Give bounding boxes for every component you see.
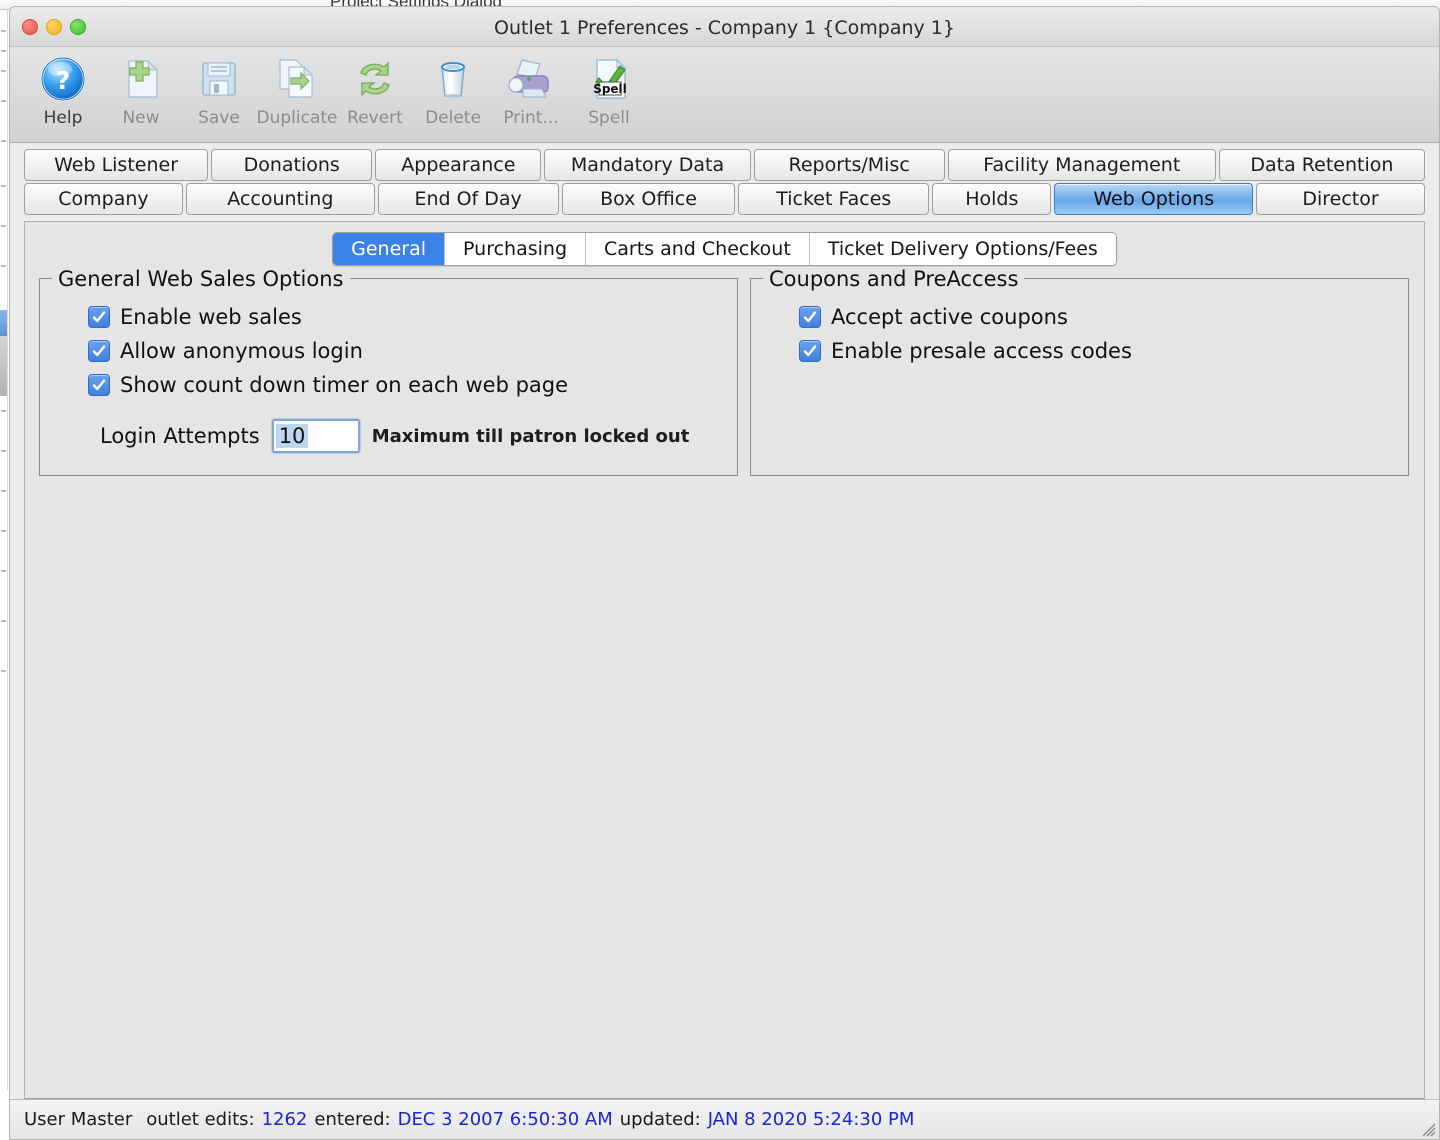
background-window-sliver[interactable] bbox=[0, 10, 8, 1090]
checkmark-icon bbox=[92, 379, 106, 391]
print-button-label: Print... bbox=[503, 108, 559, 128]
status-edits-value: 1262 bbox=[261, 1109, 308, 1130]
tab-row-2: Company Accounting End Of Day Box Office… bbox=[24, 183, 1425, 215]
window-title: Outlet 1 Preferences - Company 1 {Compan… bbox=[494, 17, 955, 39]
tab-web-options[interactable]: Web Options bbox=[1054, 183, 1254, 215]
checkbox-row-show-count-down-timer[interactable]: Show count down timer on each web page bbox=[88, 373, 725, 397]
login-attempts-row: Login Attempts 10 Maximum till patron lo… bbox=[100, 419, 725, 453]
revert-icon bbox=[349, 53, 401, 105]
tab-end-of-day[interactable]: End Of Day bbox=[377, 183, 559, 215]
checkbox-row-accept-active-coupons[interactable]: Accept active coupons bbox=[799, 305, 1396, 329]
checkbox-enable-web-sales[interactable] bbox=[88, 306, 110, 328]
print-button[interactable]: Print... bbox=[492, 53, 570, 137]
delete-button[interactable]: Delete bbox=[414, 53, 492, 137]
save-button[interactable]: Save bbox=[180, 53, 258, 137]
tab-company[interactable]: Company bbox=[24, 183, 183, 215]
checkbox-row-enable-web-sales[interactable]: Enable web sales bbox=[88, 305, 725, 329]
subtab-purchasing[interactable]: Purchasing bbox=[445, 233, 587, 265]
login-attempts-input[interactable]: 10 bbox=[271, 419, 360, 453]
tab-holds[interactable]: Holds bbox=[932, 183, 1052, 215]
svg-text:?: ? bbox=[56, 66, 71, 95]
revert-button-label: Revert bbox=[347, 108, 403, 128]
checkbox-allow-anonymous-login[interactable] bbox=[88, 340, 110, 362]
checkbox-label-allow-anonymous-login: Allow anonymous login bbox=[120, 339, 363, 363]
new-button-label: New bbox=[122, 108, 160, 128]
tab-appearance[interactable]: Appearance bbox=[375, 149, 542, 181]
tab-accounting[interactable]: Accounting bbox=[185, 183, 375, 215]
tab-director[interactable]: Director bbox=[1256, 183, 1425, 215]
tab-donations[interactable]: Donations bbox=[211, 149, 373, 181]
checkbox-label-accept-active-coupons: Accept active coupons bbox=[831, 305, 1068, 329]
checkbox-show-count-down-timer[interactable] bbox=[88, 374, 110, 396]
new-button[interactable]: New bbox=[102, 53, 180, 137]
preferences-content-panel: General Purchasing Carts and Checkout Ti… bbox=[24, 221, 1425, 1099]
help-button[interactable]: ? Help bbox=[24, 53, 102, 137]
status-entered-label: entered: bbox=[314, 1109, 391, 1130]
spell-button-label: Spell bbox=[588, 108, 630, 128]
checkbox-row-allow-anonymous-login[interactable]: Allow anonymous login bbox=[88, 339, 725, 363]
main-toolbar: ? Help New Save Duplicate Revert Delete … bbox=[10, 47, 1439, 143]
checkmark-icon bbox=[92, 311, 106, 323]
preferences-window: Outlet 1 Preferences - Company 1 {Compan… bbox=[9, 6, 1440, 1140]
delete-icon bbox=[427, 53, 479, 105]
duplicate-button-label: Duplicate bbox=[256, 108, 338, 128]
revert-button[interactable]: Revert bbox=[336, 53, 414, 137]
login-attempts-label: Login Attempts bbox=[100, 424, 260, 448]
tab-web-listener[interactable]: Web Listener bbox=[24, 149, 209, 181]
tab-row-1: Web Listener Donations Appearance Mandat… bbox=[24, 149, 1425, 181]
save-button-label: Save bbox=[198, 108, 240, 128]
tab-mandatory-data[interactable]: Mandatory Data bbox=[544, 149, 751, 181]
coupons-and-preaccess-title: Coupons and PreAccess bbox=[763, 267, 1025, 291]
resize-grip[interactable] bbox=[1418, 1119, 1436, 1137]
delete-button-label: Delete bbox=[425, 108, 481, 128]
background-scrollbar[interactable] bbox=[0, 336, 7, 396]
checkbox-enable-presale-access-codes[interactable] bbox=[799, 340, 821, 362]
tab-reports-misc[interactable]: Reports/Misc bbox=[753, 149, 945, 181]
subtab-bar: General Purchasing Carts and Checkout Ti… bbox=[25, 222, 1424, 266]
background-selection-highlight bbox=[0, 310, 7, 336]
tab-box-office[interactable]: Box Office bbox=[561, 183, 736, 215]
spell-icon: Spell bbox=[583, 53, 635, 105]
checkbox-label-enable-presale-access-codes: Enable presale access codes bbox=[831, 339, 1132, 363]
tab-facility-management[interactable]: Facility Management bbox=[947, 149, 1216, 181]
login-attempts-hint: Maximum till patron locked out bbox=[371, 425, 690, 447]
checkmark-icon bbox=[92, 345, 106, 357]
option-groups-row: General Web Sales Options Enable web sal… bbox=[25, 266, 1424, 476]
status-updated-label: updated: bbox=[619, 1109, 701, 1130]
tab-data-retention[interactable]: Data Retention bbox=[1218, 149, 1425, 181]
subtab-group: General Purchasing Carts and Checkout Ti… bbox=[332, 232, 1117, 266]
login-attempts-value: 10 bbox=[275, 424, 309, 448]
tab-bar: Web Listener Donations Appearance Mandat… bbox=[10, 143, 1439, 217]
help-icon: ? bbox=[37, 53, 89, 105]
subtab-general[interactable]: General bbox=[333, 233, 446, 265]
help-button-label: Help bbox=[43, 108, 83, 128]
duplicate-button[interactable]: Duplicate bbox=[256, 53, 338, 137]
print-icon bbox=[505, 53, 557, 105]
status-updated-value: JAN 8 2020 5:24:30 PM bbox=[707, 1109, 915, 1130]
subtab-ticket-delivery-options-fees[interactable]: Ticket Delivery Options/Fees bbox=[809, 233, 1116, 265]
duplicate-icon bbox=[271, 53, 323, 105]
checkmark-icon bbox=[803, 345, 817, 357]
spell-button[interactable]: Spell Spell bbox=[570, 53, 648, 137]
window-titlebar[interactable]: Outlet 1 Preferences - Company 1 {Compan… bbox=[10, 7, 1439, 47]
status-bar: User Master outlet edits: 1262 entered: … bbox=[10, 1099, 1439, 1139]
svg-text:Spell: Spell bbox=[593, 82, 627, 96]
checkbox-label-enable-web-sales: Enable web sales bbox=[120, 305, 302, 329]
status-user: User Master bbox=[24, 1109, 133, 1130]
general-web-sales-options-title: General Web Sales Options bbox=[52, 267, 350, 291]
checkbox-accept-active-coupons[interactable] bbox=[799, 306, 821, 328]
checkbox-label-show-count-down-timer: Show count down timer on each web page bbox=[120, 373, 569, 397]
checkmark-icon bbox=[803, 311, 817, 323]
new-icon bbox=[115, 53, 167, 105]
subtab-carts-and-checkout[interactable]: Carts and Checkout bbox=[586, 233, 810, 265]
status-edits-label: outlet edits: bbox=[146, 1109, 255, 1130]
status-entered-value: DEC 3 2007 6:50:30 AM bbox=[397, 1109, 613, 1130]
save-icon bbox=[193, 53, 245, 105]
tab-ticket-faces[interactable]: Ticket Faces bbox=[738, 183, 930, 215]
general-web-sales-options-group: General Web Sales Options Enable web sal… bbox=[39, 267, 738, 476]
coupons-and-preaccess-group: Coupons and PreAccess Accept active coup… bbox=[750, 267, 1409, 476]
checkbox-row-enable-presale-access-codes[interactable]: Enable presale access codes bbox=[799, 339, 1396, 363]
